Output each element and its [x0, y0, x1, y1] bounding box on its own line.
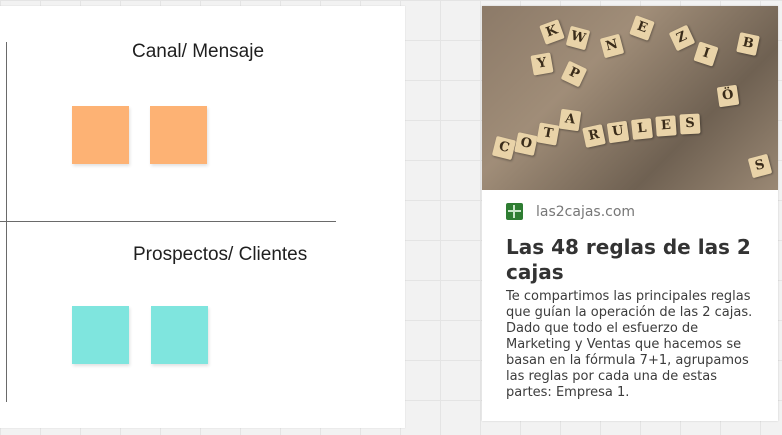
- scrabble-tile: K: [539, 19, 565, 45]
- scrabble-tile: P: [560, 60, 588, 88]
- book-icon: [506, 203, 523, 220]
- scrabble-tile: T: [536, 122, 560, 146]
- scrabble-tile: E: [655, 115, 677, 137]
- scrabble-tile: C: [491, 135, 517, 161]
- scrabble-tile: B: [736, 32, 760, 56]
- scrabble-tile: I: [693, 41, 719, 67]
- vertical-axis-line: [6, 42, 7, 402]
- horizontal-axis-line: [0, 221, 336, 222]
- scrabble-tile: A: [558, 108, 582, 132]
- scrabble-tile: S: [679, 113, 701, 135]
- sticky-note-orange-2[interactable]: [150, 106, 207, 164]
- sticky-note-teal-1[interactable]: [72, 306, 129, 364]
- card-description: Te compartimos las principales reglas qu…: [506, 289, 753, 400]
- scrabble-tile: S: [747, 153, 773, 179]
- scrabble-tile: Z: [668, 24, 696, 52]
- link-preview-card[interactable]: RULESCOTAKWYPNEZIÖBS las2cajas.com Las 4…: [482, 6, 778, 421]
- scrabble-tile: L: [631, 118, 653, 140]
- card-source-row: las2cajas.com: [506, 203, 635, 220]
- card-image-scrabble-tiles: RULESCOTAKWYPNEZIÖBS: [482, 6, 778, 190]
- section-label-prospectos-clientes: Prospectos/ Clientes: [133, 244, 308, 265]
- sticky-note-orange-1[interactable]: [72, 106, 129, 164]
- scrabble-tile: Y: [530, 52, 554, 76]
- scrabble-tile: R: [582, 124, 606, 148]
- sticky-note-teal-2[interactable]: [151, 306, 208, 364]
- scrabble-tile: E: [629, 15, 655, 41]
- whiteboard-frame[interactable]: Canal/ Mensaje Prospectos/ Clientes: [0, 6, 405, 428]
- scrabble-tile: N: [599, 33, 625, 59]
- scrabble-tile: O: [514, 132, 538, 156]
- card-title[interactable]: Las 48 reglas de las 2 cajas: [506, 235, 766, 285]
- scrabble-tile: U: [606, 120, 630, 144]
- section-label-canal-mensaje: Canal/ Mensaje: [132, 41, 265, 62]
- scrabble-tile: Ö: [716, 84, 740, 108]
- scrabble-tile: W: [565, 25, 591, 51]
- card-source-domain: las2cajas.com: [536, 203, 636, 220]
